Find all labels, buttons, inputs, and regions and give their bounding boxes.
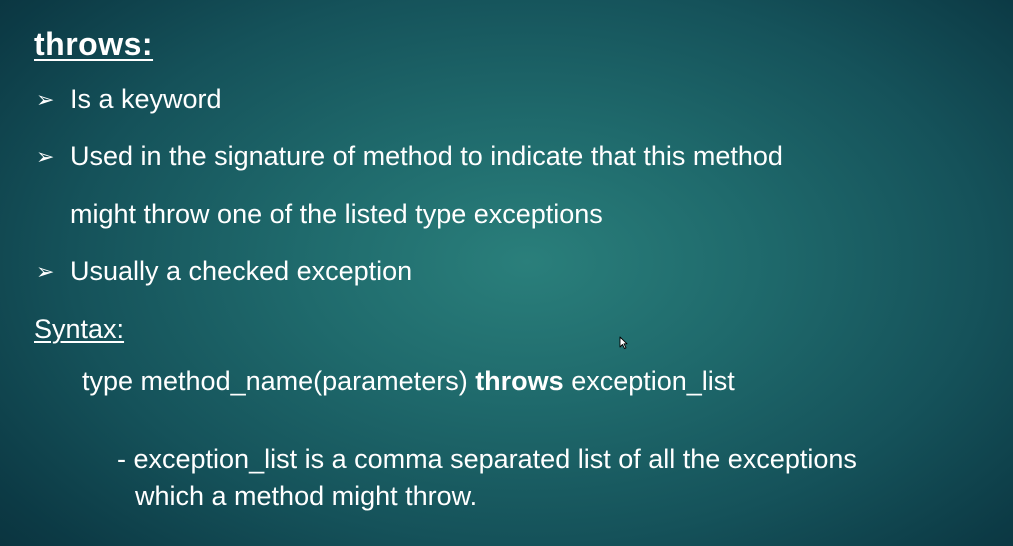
bullet-text: Usually a checked exception — [70, 256, 413, 286]
syntax-prefix: type method_name(parameters) — [82, 366, 476, 396]
syntax-keyword: throws — [475, 366, 564, 396]
syntax-suffix: exception_list — [563, 366, 735, 396]
bullet-item-signature: ➢ Used in the signature of method to indi… — [36, 140, 783, 174]
note-line-2: which a method might throw. — [135, 481, 478, 511]
slide-title: throws: — [34, 26, 154, 62]
arrow-bullet-icon: ➢ — [36, 260, 55, 285]
bullet-continuation-text: might throw one of the listed type excep… — [70, 199, 603, 229]
syntax-code-line: type method_name(parameters) throws exce… — [82, 365, 735, 397]
arrow-bullet-icon: ➢ — [36, 88, 55, 113]
mouse-pointer-icon — [619, 336, 628, 349]
bullet-item-keyword: ➢ Is a keyword — [36, 83, 222, 117]
slide: throws: ➢ Is a keyword ➢ Used in the signa… — [0, 0, 1013, 546]
bullet-text: Used in the signature of method to indic… — [70, 141, 783, 171]
arrow-bullet-icon: ➢ — [36, 145, 55, 170]
bullet-text: Is a keyword — [70, 84, 222, 114]
syntax-label: Syntax: — [34, 314, 125, 344]
bullet-item-checked: ➢ Usually a checked exception — [36, 255, 412, 289]
note-line-1: - exception_list is a comma separated li… — [117, 444, 857, 474]
